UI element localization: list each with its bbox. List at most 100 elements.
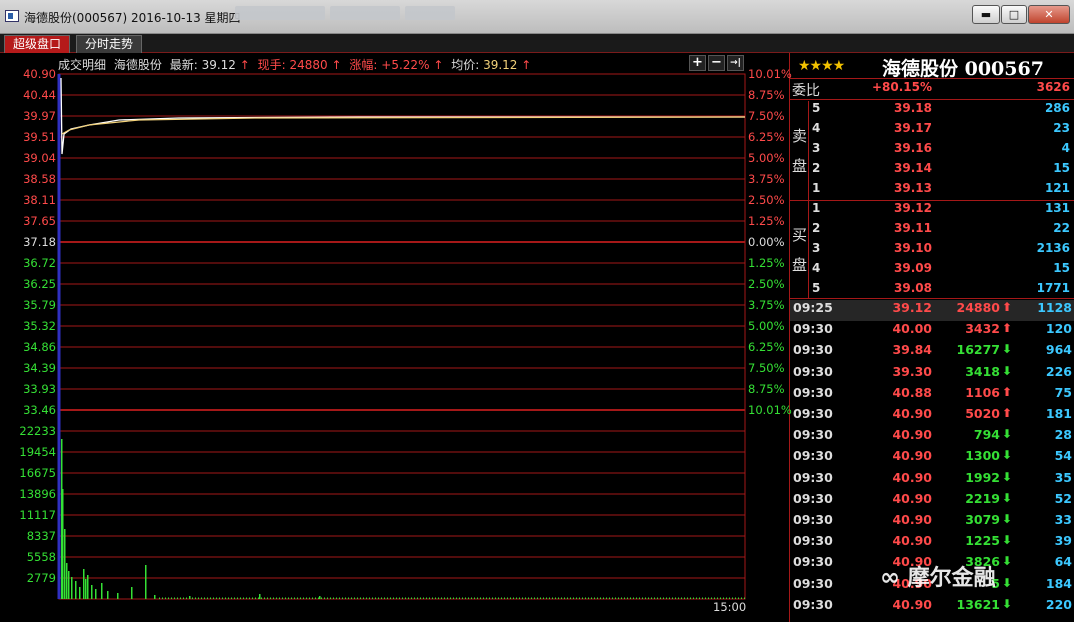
volume-bar bbox=[435, 597, 436, 599]
intraday-chart-area[interactable]: 成交明细 海德股份 最新: 39.12 ↑ 现手: 24880 ↑ 涨幅: +5… bbox=[0, 53, 792, 622]
volume-bar bbox=[669, 597, 670, 599]
volume-bar bbox=[243, 597, 244, 599]
volume-bar bbox=[249, 597, 250, 599]
sell-level-row[interactable]: 5 39.18 286 bbox=[790, 101, 1074, 121]
volume-bar bbox=[117, 593, 119, 599]
volume-bar bbox=[198, 597, 199, 599]
volume-bar bbox=[561, 597, 562, 599]
tick-time: 09:30 bbox=[793, 406, 833, 421]
rating-stars-icon: ★★★★ bbox=[798, 58, 845, 74]
volume-bar bbox=[339, 597, 340, 599]
tick-time: 09:30 bbox=[793, 469, 833, 485]
volume-bar bbox=[528, 597, 529, 599]
tick-row[interactable]: 09:30 40.90 1225 ⬇ 39 bbox=[790, 533, 1074, 554]
volume-bar bbox=[720, 597, 721, 599]
volume-bar bbox=[240, 597, 241, 599]
volume-bar bbox=[300, 597, 301, 599]
level: 2 bbox=[812, 161, 821, 175]
volume-bar bbox=[396, 597, 397, 599]
blurred-area bbox=[405, 6, 455, 20]
maximize-button[interactable]: □ bbox=[1001, 5, 1027, 24]
tick-row[interactable]: 09:30 40.88 1106 ⬆ 75 bbox=[790, 385, 1074, 406]
volume-bar bbox=[543, 597, 544, 599]
volume-bar bbox=[567, 597, 568, 599]
volume-bar bbox=[681, 597, 682, 599]
arrow-down-icon: ⬇ bbox=[1002, 533, 1013, 548]
volume-bar bbox=[456, 597, 457, 599]
tick-row[interactable]: 09:30 40.90 1300 ⬇ 54 bbox=[790, 448, 1074, 469]
price: 39.13 bbox=[894, 181, 932, 195]
tick-price: 40.90 bbox=[892, 427, 932, 443]
tick-row[interactable]: 09:25 39.12 24880 ⬆ 1128 bbox=[790, 300, 1074, 321]
close-button[interactable]: ✕ bbox=[1028, 5, 1070, 24]
sell-level-row[interactable]: 1 39.13 121 bbox=[790, 181, 1074, 201]
volume-bar bbox=[462, 597, 463, 599]
volume-bar bbox=[570, 597, 571, 599]
blurred-area bbox=[235, 6, 325, 20]
volume-bar bbox=[321, 597, 322, 599]
volume-bar bbox=[107, 591, 109, 599]
tick-price: 40.90 bbox=[892, 533, 932, 549]
tick-row[interactable]: 09:30 40.90 5020 ⬆ 181 bbox=[790, 406, 1074, 427]
tick-row[interactable]: 09:30 40.90 3079 ⬇ 33 bbox=[790, 512, 1074, 533]
volume-bar bbox=[537, 597, 538, 599]
volume-bar bbox=[345, 597, 346, 599]
volume-bar bbox=[636, 597, 637, 599]
volume-bar bbox=[351, 597, 352, 599]
tick-row[interactable]: 09:30 40.90 13621 ⬇ 220 bbox=[790, 597, 1074, 618]
volume-bar bbox=[666, 597, 667, 599]
volume-bar bbox=[552, 597, 553, 599]
volume-bar bbox=[297, 597, 298, 599]
sell-level-row[interactable]: 2 39.14 15 bbox=[790, 161, 1074, 181]
tick-row[interactable]: 09:30 40.00 3432 ⬆ 120 bbox=[790, 321, 1074, 342]
tick-count: 220 bbox=[1045, 596, 1072, 612]
buy-level-row[interactable]: 3 39.10 2136 bbox=[790, 241, 1074, 261]
volume-bar bbox=[390, 597, 391, 599]
volume-bar bbox=[189, 597, 190, 599]
tick-price: 39.84 bbox=[892, 342, 932, 358]
tab-super-orderbook[interactable]: 超级盘口 bbox=[4, 35, 71, 53]
price: 39.10 bbox=[894, 241, 932, 255]
volume-bar bbox=[225, 597, 226, 599]
tick-row[interactable]: 09:30 40.90 2219 ⬇ 52 bbox=[790, 491, 1074, 512]
sell-level-row[interactable]: 4 39.17 23 bbox=[790, 121, 1074, 141]
weibi-value: +80.15% bbox=[871, 80, 932, 94]
tick-time: 09:30 bbox=[793, 554, 833, 570]
volume-bar bbox=[258, 597, 259, 599]
volume-bar bbox=[330, 597, 331, 599]
volume-bar bbox=[447, 597, 448, 599]
buy-level-row[interactable]: 4 39.09 15 bbox=[790, 261, 1074, 281]
level: 1 bbox=[812, 181, 821, 195]
volume-bar bbox=[288, 597, 289, 599]
volume-bar bbox=[327, 597, 328, 599]
tab-intraday[interactable]: 分时走势 bbox=[76, 35, 143, 53]
volume-bar bbox=[414, 597, 415, 599]
tick-row[interactable]: 09:30 39.84 16277 ⬇ 964 bbox=[790, 342, 1074, 363]
tick-price: 40.90 bbox=[892, 469, 932, 485]
volume-bar bbox=[624, 597, 625, 599]
volume-bar bbox=[393, 597, 394, 599]
tick-row[interactable]: 09:30 40.90 1992 ⬇ 35 bbox=[790, 470, 1074, 491]
volume-bar bbox=[318, 597, 319, 599]
volume-bar bbox=[639, 597, 640, 599]
minimize-button[interactable]: ▬ bbox=[972, 5, 1000, 24]
volume-bar bbox=[630, 597, 631, 599]
tab-bar: 超级盘口 分时走势 bbox=[0, 34, 1074, 53]
tick-volume: 1106 bbox=[965, 384, 1000, 400]
time-end-label: 15:00 bbox=[713, 600, 747, 614]
volume-bar bbox=[678, 597, 679, 599]
tick-count: 184 bbox=[1045, 575, 1072, 591]
volume-bar bbox=[354, 597, 355, 599]
level: 3 bbox=[812, 141, 821, 155]
buy-level-row[interactable]: 2 39.11 22 bbox=[790, 221, 1074, 241]
volume-bar bbox=[714, 597, 715, 599]
buy-level-row[interactable]: 1 39.12 131 bbox=[790, 201, 1074, 221]
volume-bar bbox=[381, 597, 382, 599]
volume-bar bbox=[336, 597, 337, 599]
volume-bar bbox=[273, 597, 274, 599]
tick-time: 09:30 bbox=[793, 384, 833, 400]
tick-row[interactable]: 09:30 40.90 794 ⬇ 28 bbox=[790, 427, 1074, 448]
tick-row[interactable]: 09:30 39.30 3418 ⬇ 226 bbox=[790, 364, 1074, 385]
sell-level-row[interactable]: 3 39.16 4 bbox=[790, 141, 1074, 161]
tick-count: 226 bbox=[1045, 363, 1072, 379]
